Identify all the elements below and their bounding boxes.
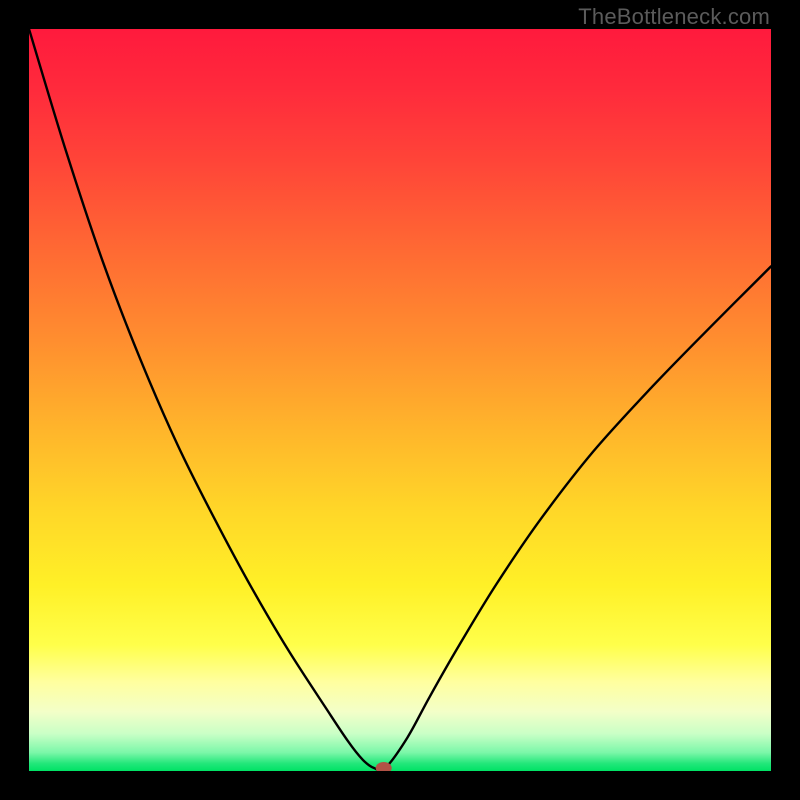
watermark-text: TheBottleneck.com (578, 4, 770, 30)
bottleneck-curve (29, 29, 771, 771)
plot-area (29, 29, 771, 771)
chart-container: TheBottleneck.com (0, 0, 800, 800)
curve-layer (29, 29, 771, 771)
